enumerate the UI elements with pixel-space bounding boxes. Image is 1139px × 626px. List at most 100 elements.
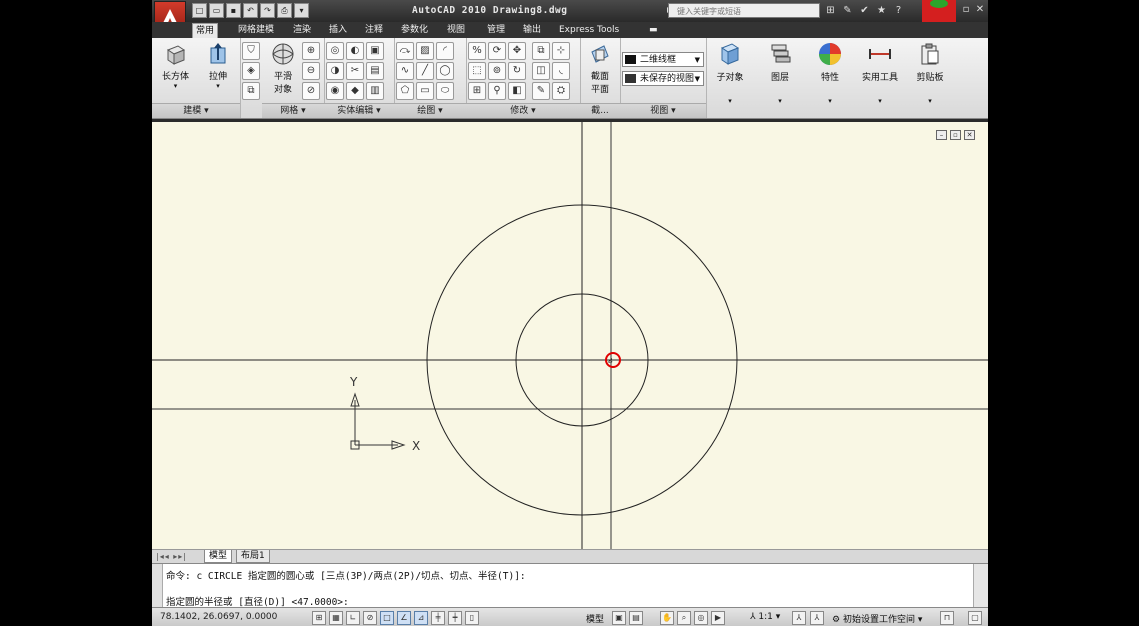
snap-mode-icon[interactable]: ⊞ — [312, 611, 326, 625]
command-scrollbar[interactable] — [973, 564, 988, 608]
line-icon[interactable]: ╱ — [416, 62, 434, 80]
model-space-label[interactable]: 模型 — [586, 612, 604, 625]
align-icon[interactable]: ⊞ — [468, 82, 486, 100]
restore-icon[interactable]: ▫ — [960, 4, 972, 16]
tab-view[interactable]: 视图 — [444, 23, 468, 37]
hatch-icon[interactable]: ▨ — [416, 42, 434, 60]
quick-view-icon[interactable]: ▤ — [629, 611, 643, 625]
ortho-mode-icon[interactable]: ∟ — [346, 611, 360, 625]
tab-home[interactable]: 常用 — [192, 23, 219, 38]
trim-icon[interactable]: ⊹ — [552, 42, 570, 60]
polygon-icon[interactable]: ⬠ — [396, 82, 414, 100]
pan-icon[interactable]: ✋ — [660, 611, 674, 625]
tab-express-tools[interactable]: Express Tools — [556, 23, 622, 37]
steering-wheel-icon[interactable]: ◎ — [694, 611, 708, 625]
visual-style-select[interactable]: 二维线框 ▼ — [622, 52, 704, 67]
move-icon[interactable]: ✥ — [508, 42, 526, 60]
extract-edges-icon[interactable]: ▤ — [366, 62, 384, 80]
tab-insert[interactable]: 插入 — [326, 23, 350, 37]
tab-mesh-modeling[interactable]: 网格建模 — [235, 23, 277, 37]
tab-manage[interactable]: 管理 — [484, 23, 508, 37]
layers-button[interactable]: 图层 ▾ — [756, 40, 804, 105]
tab-annotate[interactable]: 注释 — [362, 23, 386, 37]
auto-scale-icon[interactable]: ⅄ — [810, 611, 824, 625]
clean-screen-icon[interactable]: ▢ — [968, 611, 982, 625]
quick-properties-icon[interactable]: ▯ — [465, 611, 479, 625]
subscription-icon[interactable]: ✎ — [841, 4, 854, 17]
help-icon[interactable]: ? — [892, 4, 905, 17]
utilities-button[interactable]: 实用工具 ▾ — [856, 40, 904, 105]
drawing-canvas[interactable]: – ▫ ✕ ሪ Y X — [152, 122, 988, 549]
smooth-object-button[interactable]: 平滑 对象 — [268, 42, 298, 95]
panel-title-modify[interactable]: 修改 ▾ — [466, 103, 580, 118]
binoculars-icon[interactable]: ⊞ — [824, 4, 837, 17]
panel-title-modeling[interactable]: 建模 ▾ — [152, 103, 240, 118]
qat-dropdown-icon[interactable]: ▾ — [294, 3, 309, 18]
section-plane-button[interactable]: 截面 平面 — [582, 42, 618, 95]
polyline-icon[interactable]: ⤼ — [396, 42, 414, 60]
presspull-icon[interactable]: ◈ — [242, 62, 260, 80]
grid-display-icon[interactable]: ▦ — [329, 611, 343, 625]
mesh-crease-icon[interactable]: ⊘ — [302, 82, 320, 100]
subtract-icon[interactable]: ◐ — [346, 42, 364, 60]
dynamic-ucs-icon[interactable]: ⊿ — [414, 611, 428, 625]
copy-icon[interactable]: ⧉ — [532, 42, 550, 60]
search-input[interactable]: 键入关键字或短语 — [668, 3, 820, 18]
fillet-icon[interactable]: ◟ — [552, 62, 570, 80]
layout-view-icon[interactable]: ▣ — [612, 611, 626, 625]
tab-model[interactable]: 模型 — [204, 550, 233, 563]
separate-icon[interactable]: ▥ — [366, 82, 384, 100]
panel-title-mesh[interactable]: 网格 ▾ — [262, 103, 324, 118]
ribbon-minimize-icon[interactable]: ▬ — [646, 23, 661, 37]
annotation-visibility-icon[interactable]: ⅄ — [792, 611, 806, 625]
dynamic-input-icon[interactable]: ╪ — [431, 611, 445, 625]
spline-icon[interactable]: ∿ — [396, 62, 414, 80]
lineweight-icon[interactable]: ┿ — [448, 611, 462, 625]
subobject-button[interactable]: 子对象 ▾ — [706, 40, 754, 105]
offset-icon[interactable]: ◫ — [532, 62, 550, 80]
panel-title-view[interactable]: 视图 ▾ — [620, 103, 706, 118]
slice-icon[interactable]: ✂ — [346, 62, 364, 80]
save-icon[interactable]: ▪ — [226, 3, 241, 18]
workspace-switch[interactable]: ⚙ 初始设置工作空间 ▾ — [832, 612, 922, 625]
zoom-icon[interactable]: ⌕ — [677, 611, 691, 625]
union-icon[interactable]: ◎ — [326, 42, 344, 60]
sweep-icon[interactable]: ⧉ — [242, 82, 260, 100]
layout-nav-icons[interactable]: |◂◂ ▸▸| — [156, 552, 187, 561]
object-snap-icon[interactable]: □ — [380, 611, 394, 625]
circle-icon[interactable]: ◯ — [436, 62, 454, 80]
extrude-button[interactable]: 拉伸 ▾ — [206, 42, 230, 90]
mirror-icon[interactable]: ◧ — [508, 82, 526, 100]
open-icon[interactable]: ▭ — [209, 3, 224, 18]
rectangle-icon[interactable]: ▭ — [416, 82, 434, 100]
clipboard-button[interactable]: 剪贴板 ▾ — [906, 40, 954, 105]
tab-layout1[interactable]: 布局1 — [236, 550, 270, 563]
erase-icon[interactable]: ✎ — [532, 82, 550, 100]
panel-title-draw[interactable]: 绘图 ▾ — [394, 103, 466, 118]
favorites-icon[interactable]: ★ — [875, 4, 888, 17]
tab-parametric[interactable]: 参数化 — [398, 23, 431, 37]
mesh-smooth-more-icon[interactable]: ⊕ — [302, 42, 320, 60]
3d-move-icon[interactable]: ⚲ — [488, 82, 506, 100]
communication-icon[interactable]: ✔ — [858, 4, 871, 17]
undo-icon[interactable]: ↶ — [243, 3, 258, 18]
osnap-tracking-icon[interactable]: ∠ — [397, 611, 411, 625]
intersect-icon[interactable]: ◑ — [326, 62, 344, 80]
stretch-icon[interactable]: ⬚ — [468, 62, 486, 80]
panel-title-solid-editing[interactable]: 实体编辑 ▾ — [324, 103, 394, 118]
redo-icon[interactable]: ↷ — [260, 3, 275, 18]
shell-icon[interactable]: ▣ — [366, 42, 384, 60]
mesh-refine-icon[interactable]: ⊖ — [302, 62, 320, 80]
box-button[interactable]: 长方体 ▾ — [162, 42, 189, 90]
showmotion-icon[interactable]: ▶ — [711, 611, 725, 625]
arc-icon[interactable]: ◜ — [436, 42, 454, 60]
ellipse-icon[interactable]: ⬭ — [436, 82, 454, 100]
close-icon[interactable]: ✕ — [974, 4, 986, 16]
explode-icon[interactable]: ⛭ — [552, 82, 570, 100]
interfere-icon[interactable]: ◉ — [326, 82, 344, 100]
polysolid-icon[interactable]: ⛉ — [242, 42, 260, 60]
thicken-icon[interactable]: ◆ — [346, 82, 364, 100]
panel-title-section[interactable]: 截... — [580, 103, 620, 118]
view-select[interactable]: 未保存的视图 ▼ — [622, 71, 704, 86]
array-icon[interactable]: ⊚ — [488, 62, 506, 80]
